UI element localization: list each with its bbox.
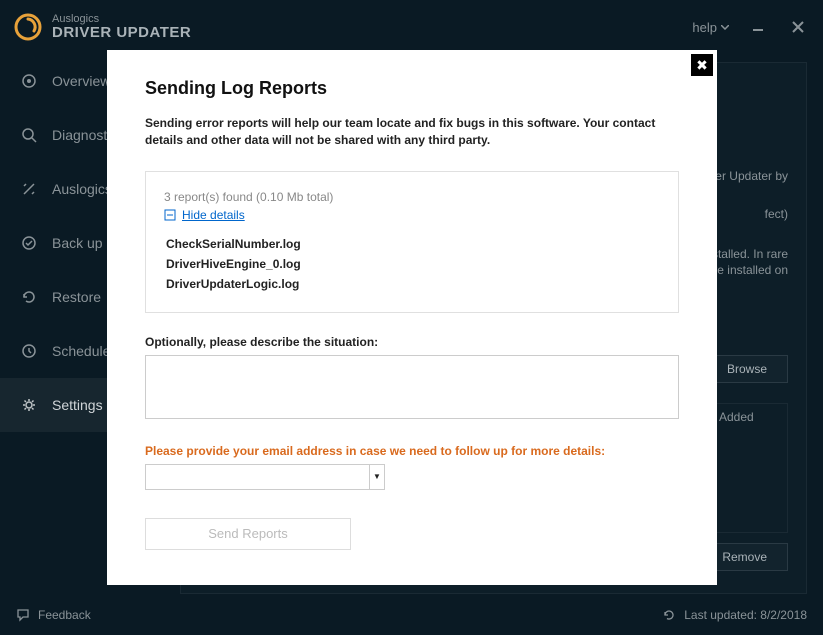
overview-icon (20, 73, 38, 89)
gear-icon (20, 397, 38, 413)
send-reports-button[interactable]: Send Reports (145, 518, 351, 550)
describe-label: Optionally, please describe the situatio… (145, 335, 679, 349)
sidebar-item-label: Settings (52, 397, 103, 413)
sidebar-item-label: Auslogics (52, 181, 112, 197)
restore-icon (20, 289, 38, 305)
product-label: DRIVER UPDATER (52, 25, 191, 42)
added-label: Added (719, 410, 754, 424)
clock-icon (20, 343, 38, 359)
chevron-down-icon (721, 25, 729, 30)
description-input[interactable] (145, 355, 679, 419)
report-file-list: CheckSerialNumber.log DriverHiveEngine_0… (164, 234, 660, 294)
content-text: fect) (765, 207, 788, 221)
feedback-label: Feedback (38, 608, 91, 622)
chevron-down-icon: ▼ (373, 472, 381, 481)
refresh-icon (662, 608, 676, 622)
reports-summary: 3 report(s) found (0.10 Mb total) (164, 190, 660, 204)
dialog-description: Sending error reports will help our team… (145, 115, 679, 149)
report-file: DriverHiveEngine_0.log (166, 254, 660, 274)
last-updated: Last updated: 8/2/2018 (662, 608, 807, 622)
footer: Feedback Last updated: 8/2/2018 (0, 595, 823, 635)
sidebar-item-label: Overview (52, 73, 110, 89)
send-log-reports-dialog: ✖ Sending Log Reports Sending error repo… (107, 50, 717, 585)
email-label: Please provide your email address in cas… (145, 444, 679, 458)
logo: Auslogics DRIVER UPDATER (14, 13, 191, 42)
minimize-button[interactable] (747, 16, 769, 38)
sidebar-item-label: Scheduler (52, 343, 115, 359)
feedback-link[interactable]: Feedback (16, 608, 91, 622)
last-updated-label: Last updated: 8/2/2018 (684, 608, 807, 622)
titlebar: Auslogics DRIVER UPDATER help (0, 0, 823, 54)
sidebar-item-label: Restore (52, 289, 101, 305)
dialog-title: Sending Log Reports (145, 78, 679, 99)
report-file: CheckSerialNumber.log (166, 234, 660, 254)
dialog-close-button[interactable]: ✖ (691, 54, 713, 76)
tools-icon (20, 181, 38, 197)
close-button[interactable] (787, 16, 809, 38)
hide-details-link[interactable]: Hide details (182, 208, 245, 222)
app-logo-icon (14, 13, 42, 41)
close-icon: ✖ (696, 57, 708, 74)
email-dropdown-button[interactable]: ▼ (369, 464, 385, 490)
email-input[interactable] (145, 464, 369, 490)
added-list: Added (708, 403, 788, 533)
content-text: ver Updater by (709, 167, 788, 186)
browse-button[interactable]: Browse (706, 355, 788, 383)
check-circle-icon (20, 235, 38, 251)
help-label: help (692, 20, 717, 35)
sidebar-item-label: Back up (52, 235, 103, 251)
collapse-icon (164, 209, 176, 221)
report-file: DriverUpdaterLogic.log (166, 274, 660, 294)
feedback-icon (16, 608, 30, 622)
brand-label: Auslogics (52, 13, 191, 25)
search-icon (20, 127, 38, 143)
reports-box: 3 report(s) found (0.10 Mb total) Hide d… (145, 171, 679, 313)
help-menu[interactable]: help (692, 20, 729, 35)
